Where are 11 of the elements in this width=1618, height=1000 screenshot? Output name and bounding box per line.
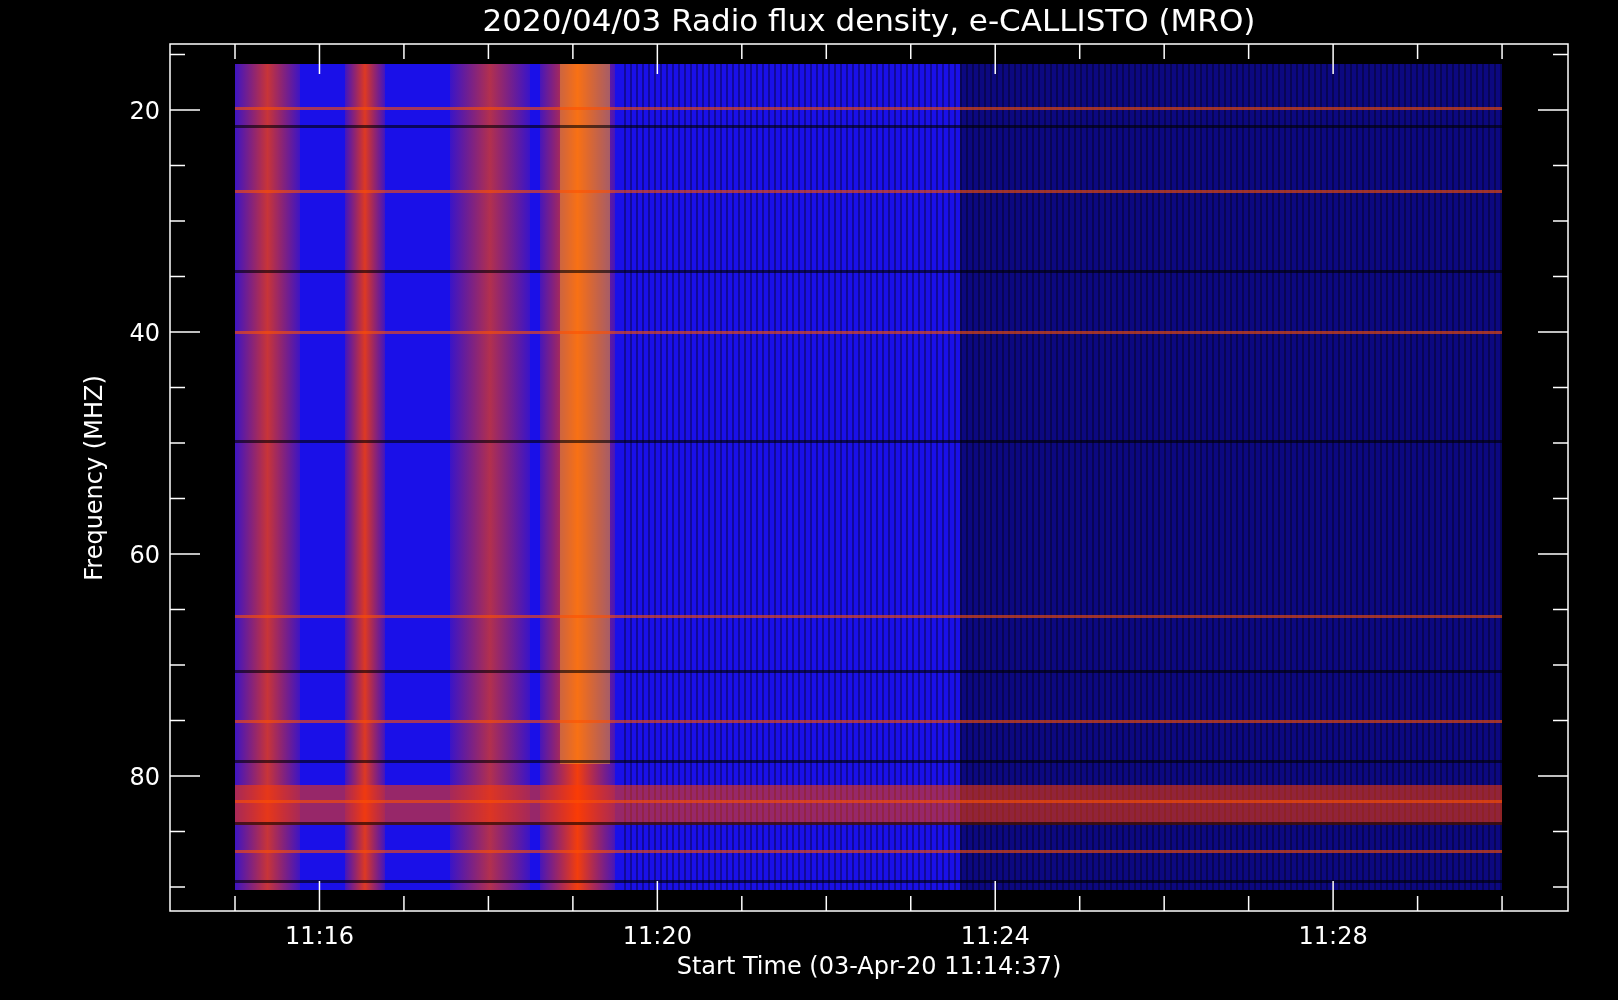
x-tick-label: 11:28 <box>1298 922 1368 950</box>
x-tick-label: 11:20 <box>622 922 692 950</box>
chart-title: 2020/04/03 Radio flux density, e-CALLISTO (MRO) <box>482 2 1256 38</box>
x-tick-label: 11:24 <box>960 922 1030 950</box>
y-tick-label: 60 <box>129 541 160 569</box>
x-axis-label: Start Time (03-Apr-20 11:14:37) <box>676 952 1062 980</box>
y-tick-label: 40 <box>129 319 160 347</box>
y-tick-label: 80 <box>129 763 160 791</box>
y-axis-label: Frequency (MHZ) <box>80 375 108 581</box>
x-tick-label: 11:16 <box>284 922 355 950</box>
y-tick-label: 20 <box>129 97 160 125</box>
